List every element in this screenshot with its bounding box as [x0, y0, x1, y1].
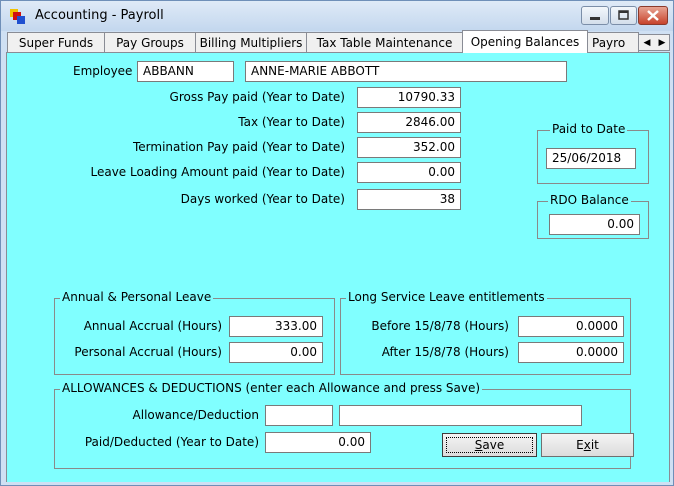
termination-pay-label: Termination Pay paid (Year to Date) [132, 140, 345, 154]
before-date-label: Before 15/8/78 (Hours) [371, 319, 509, 333]
after-date-field[interactable]: 0.0000 [518, 342, 624, 363]
focus-rectangle [446, 437, 533, 453]
close-button[interactable] [638, 6, 668, 25]
personal-accrual-field[interactable]: 0.00 [229, 342, 323, 363]
termination-pay-field[interactable]: 352.00 [357, 137, 461, 158]
tax-label: Tax (Year to Date) [238, 115, 345, 129]
after-date-label: After 15/8/78 (Hours) [381, 345, 509, 359]
tab-scroll-right-icon[interactable]: ▶ [655, 36, 669, 50]
paid-to-date-label: Paid to Date [550, 122, 628, 136]
allowance-description-field[interactable] [339, 405, 582, 426]
save-button[interactable]: Save [442, 433, 537, 457]
gross-pay-field[interactable]: 10790.33 [357, 87, 461, 108]
allowances-deductions-group: ALLOWANCES & DEDUCTIONS (enter each Allo… [54, 381, 631, 469]
tab-payroll[interactable]: Payro [587, 32, 639, 53]
minimize-button[interactable] [581, 6, 609, 25]
exit-label-start: E [576, 438, 584, 452]
days-worked-label: Days worked (Year to Date) [180, 192, 345, 206]
maximize-icon [618, 10, 629, 20]
opening-balances-panel: Employee ABBANN ANNE-MARIE ABBOTT Gross … [6, 53, 670, 482]
annual-accrual-label: Annual Accrual (Hours) [83, 319, 222, 333]
employee-name-field[interactable]: ANNE-MARIE ABBOTT [245, 61, 567, 82]
allowance-deduction-label: Allowance/Deduction [132, 408, 259, 422]
personal-accrual-label: Personal Accrual (Hours) [74, 345, 222, 359]
tab-super-funds[interactable]: Super Funds [7, 32, 105, 53]
tab-opening-balances[interactable]: Opening Balances [462, 30, 588, 53]
employee-label: Employee [73, 64, 133, 78]
exit-label-end: it [590, 438, 599, 452]
before-date-field[interactable]: 0.0000 [518, 316, 624, 337]
tab-scroll-left-icon[interactable]: ◀ [640, 36, 654, 50]
paid-deducted-field[interactable]: 0.00 [265, 432, 371, 453]
rdo-balance-field[interactable]: 0.00 [549, 214, 640, 235]
minimize-icon [590, 17, 600, 20]
exit-accelerator: x [583, 438, 591, 452]
paid-deducted-label: Paid/Deducted (Year to Date) [84, 435, 259, 449]
allowances-deductions-label: ALLOWANCES & DEDUCTIONS (enter each Allo… [60, 381, 483, 395]
long-service-leave-label: Long Service Leave entitlements [346, 290, 547, 304]
leave-loading-label: Leave Loading Amount paid (Year to Date) [90, 165, 345, 179]
tab-scroll-arrows: ◀ ▶ [638, 34, 670, 51]
payroll-window: Accounting - Payroll Super Funds Pay Gro… [0, 0, 674, 486]
annual-accrual-field[interactable]: 333.00 [229, 316, 323, 337]
annual-personal-leave-label: Annual & Personal Leave [60, 290, 214, 304]
close-icon [647, 10, 659, 21]
paid-to-date-field[interactable]: 25/06/2018 [546, 148, 636, 169]
gross-pay-label: Gross Pay paid (Year to Date) [169, 90, 345, 104]
leave-loading-field[interactable]: 0.00 [357, 162, 461, 183]
tab-tax-table-maintenance[interactable]: Tax Table Maintenance [306, 32, 463, 53]
rdo-balance-label: RDO Balance [548, 193, 631, 207]
window-title: Accounting - Payroll [35, 8, 164, 23]
title-bar[interactable]: Accounting - Payroll [1, 1, 673, 31]
tab-pay-groups[interactable]: Pay Groups [104, 32, 196, 53]
maximize-button[interactable] [610, 6, 637, 25]
employee-code-field[interactable]: ABBANN [137, 61, 234, 82]
tax-field[interactable]: 2846.00 [357, 112, 461, 133]
exit-button[interactable]: Exit [541, 433, 634, 457]
allowance-code-field[interactable] [265, 405, 333, 426]
app-icon [10, 9, 25, 24]
tab-billing-multipliers[interactable]: Billing Multipliers [195, 32, 307, 53]
days-worked-field[interactable]: 38 [357, 189, 461, 210]
